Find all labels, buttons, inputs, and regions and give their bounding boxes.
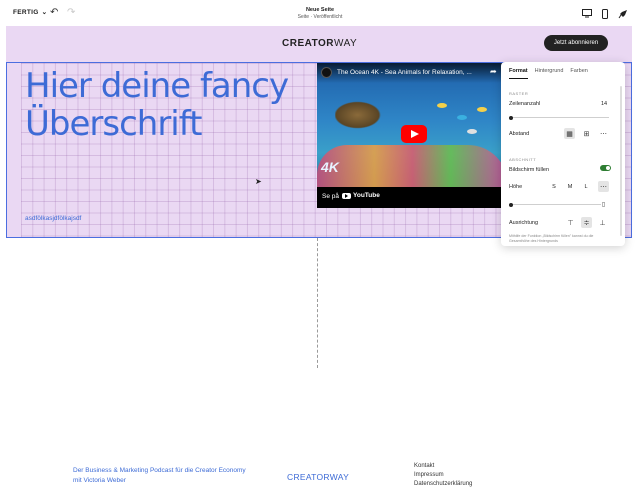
site-header: CREATORWAY Jetzt abonnieren	[6, 26, 632, 62]
rows-value[interactable]: 14	[601, 101, 607, 107]
more-icon[interactable]: ⋯	[598, 181, 609, 192]
size-m[interactable]: M	[565, 184, 575, 190]
fill-screen-toggle[interactable]	[600, 165, 611, 171]
coral-reef	[317, 145, 508, 187]
channel-avatar[interactable]	[321, 67, 332, 78]
align-middle-icon[interactable]: ≑	[581, 217, 592, 228]
size-l[interactable]: L	[581, 184, 591, 190]
watch-on-label: Se på	[322, 193, 339, 200]
footer-logo[interactable]: CREATORWAY	[287, 472, 349, 482]
tab-colors[interactable]: Farben	[570, 68, 587, 79]
align-top-icon[interactable]: ⊤	[565, 217, 576, 228]
fish	[477, 107, 487, 112]
spacing-label: Abstand	[509, 131, 530, 137]
section-heading: ABSCHNITT	[509, 157, 537, 162]
raster-heading: RASTER	[509, 91, 529, 96]
grid-spacing-icon[interactable]: ▦	[564, 128, 575, 139]
fill-screen-hint: Mithilfe der Funktion „Bildschirm füllen…	[509, 234, 594, 243]
height-label: Höhe	[509, 184, 523, 190]
editor-toolbar: FERTIG ⌄ ↶ ↷ Neue Seite Seite · Veröffen…	[0, 0, 640, 26]
fish	[437, 103, 447, 108]
hero-subtitle[interactable]: asdfölkasjdfölkajsdf	[25, 215, 81, 222]
page-status: Seite · Veröffentlicht	[297, 14, 343, 20]
site-logo[interactable]: CREATORWAY	[282, 38, 357, 49]
footer-links: Kontakt Impressum Datenschutzerklärung	[414, 462, 472, 489]
height-slider[interactable]	[509, 202, 601, 207]
footer-description: Der Business & Marketing Podcast für die…	[73, 467, 246, 484]
video-badge: 4K	[321, 159, 339, 175]
sea-turtle	[335, 99, 385, 131]
align-bottom-icon[interactable]: ⊥	[597, 217, 608, 228]
play-button[interactable]	[401, 125, 427, 143]
page-info: Neue Seite Seite · Veröffentlicht	[0, 7, 640, 21]
fish	[457, 115, 467, 120]
youtube-embed[interactable]: The Ocean 4K - Sea Animals for Relaxatio…	[317, 63, 508, 208]
subscribe-button[interactable]: Jetzt abonnieren	[544, 35, 608, 51]
footer-link-kontakt[interactable]: Kontakt	[414, 462, 472, 471]
tab-background[interactable]: Hintergrund	[535, 68, 564, 79]
share-icon[interactable]: ➦	[490, 67, 497, 76]
slider-knob[interactable]	[509, 202, 513, 207]
rows-slider[interactable]	[509, 115, 609, 120]
size-s[interactable]: S	[549, 184, 559, 190]
fill-screen-label: Bildschirm füllen	[509, 167, 550, 173]
page-name: Neue Seite	[305, 7, 335, 13]
mobile-view-icon[interactable]	[598, 7, 612, 20]
fish	[467, 129, 477, 134]
youtube-link[interactable]: YouTube	[342, 192, 380, 199]
slider-knob[interactable]	[509, 115, 513, 120]
video-title[interactable]: The Ocean 4K - Sea Animals for Relaxatio…	[337, 69, 487, 76]
more-icon[interactable]: ⋯	[598, 128, 609, 139]
youtube-icon	[342, 192, 351, 199]
footer-link-impressum[interactable]: Impressum	[414, 471, 472, 480]
mouse-cursor-icon: ➤	[255, 177, 262, 186]
grid-spacing-wide-icon[interactable]: ⊞	[581, 128, 592, 139]
alignment-label: Ausrichtung	[509, 220, 539, 226]
lock-icon[interactable]: ▯	[598, 199, 609, 210]
rocket-icon[interactable]	[616, 7, 630, 20]
section-settings-panel: Format Hintergrund Farben RASTER Zeilena…	[501, 62, 625, 246]
grid-guide-line	[317, 238, 318, 368]
hero-title[interactable]: Hier deine fancy Überschrift	[25, 67, 315, 143]
panel-scrollbar[interactable]	[620, 86, 622, 236]
footer-link-datenschutz[interactable]: Datenschutzerklärung	[414, 480, 472, 489]
tab-format[interactable]: Format	[509, 68, 528, 79]
desktop-view-icon[interactable]	[580, 7, 594, 20]
rows-label: Zeilenanzahl	[509, 101, 541, 107]
panel-tabs: Format Hintergrund Farben	[509, 68, 588, 79]
